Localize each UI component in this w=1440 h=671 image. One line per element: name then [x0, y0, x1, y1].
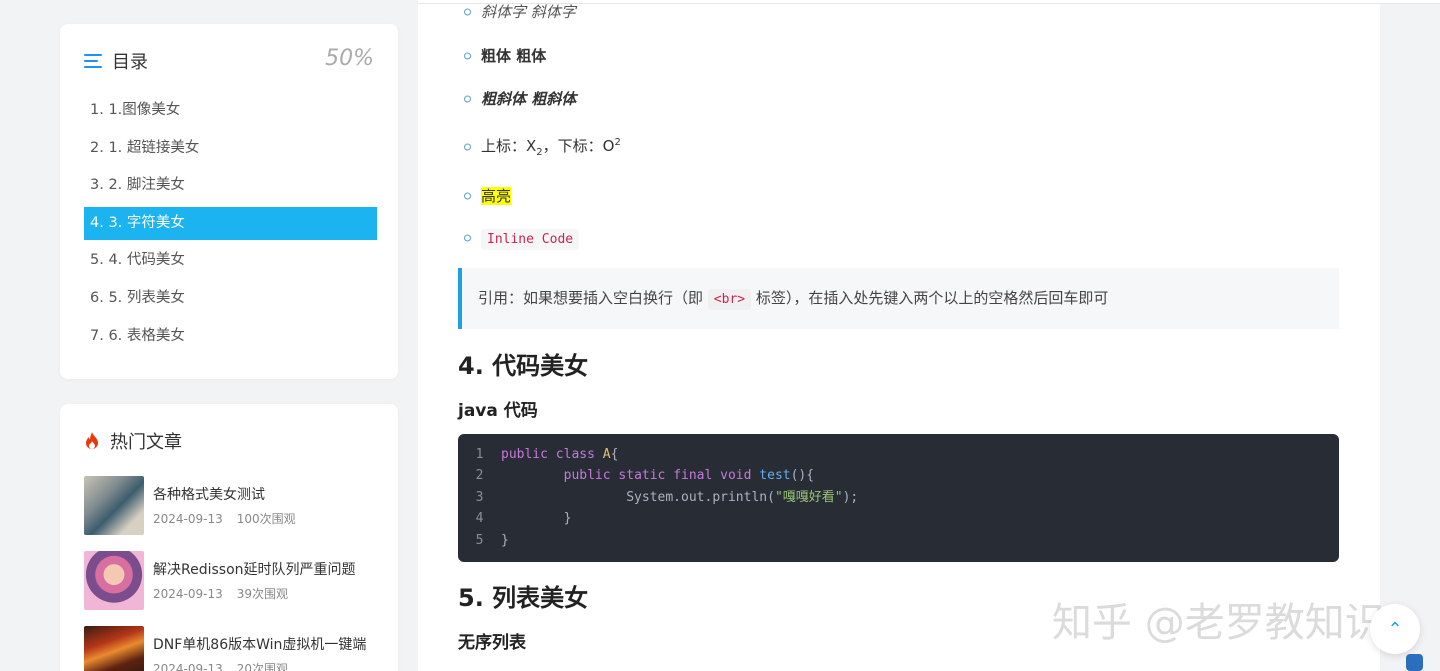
list-item-highlight: 高亮: [481, 185, 512, 206]
list-item-bold: 粗体 粗体: [481, 47, 547, 65]
code-block: 1 public class A{ 2 public static final v…: [458, 434, 1339, 562]
article-thumbnail[interactable]: [84, 551, 144, 610]
sub-prefix: 上标：X: [481, 137, 537, 155]
hot-article[interactable]: DNF单机86版本Win虚拟机一键端 2024-09-13 20次围观: [84, 626, 382, 671]
toc-item-chars[interactable]: 4. 3. 字符美女: [84, 206, 377, 240]
article-date: 2024-09-13: [153, 662, 223, 671]
article-title[interactable]: 各种格式美女测试: [153, 484, 310, 504]
heading-code: 4. 代码美女: [458, 352, 589, 380]
heading-list: 5. 列表美女: [458, 584, 589, 612]
float-widget-button[interactable]: [1406, 654, 1423, 671]
fire-icon: [86, 432, 98, 449]
menu-icon: [84, 54, 102, 68]
article-title[interactable]: 解决Redisson延时队列严重问题: [153, 559, 356, 579]
toc-item-code[interactable]: 5. 4. 代码美女: [84, 244, 377, 277]
list-item-italic: 斜体字 斜体字: [481, 4, 576, 22]
quote-inline-code: <br>: [707, 289, 752, 310]
code-line: 5}: [475, 532, 509, 548]
hot-article[interactable]: 各种格式美女测试 2024-09-13 100次围观: [84, 476, 382, 536]
sup-prefix: ，下标：O: [542, 137, 615, 155]
blockquote: 引用：如果想要插入空白换行（即 <br> 标签），在插入处先键入两个以上的空格然…: [458, 268, 1339, 329]
code-line: 1 public class A{: [475, 447, 619, 462]
hot-title: 热门文章: [110, 432, 182, 453]
code-line: 3 System.out.println("嘎嘎好看");: [475, 489, 859, 505]
list-item-sub-sup: 上标：X2，下标：O2: [481, 135, 621, 158]
highlight-text: 高亮: [481, 187, 512, 205]
article-title[interactable]: DNF单机86版本Win虚拟机一键端: [153, 634, 366, 654]
code-line: 2 public static final void test(){: [475, 468, 815, 484]
quote-text-before: 引用：如果想要插入空白换行（即: [478, 289, 704, 307]
article-views: 100次围观: [236, 512, 296, 526]
article-content: 斜体字 斜体字 粗体 粗体 粗斜体 粗斜体 上标：X2，下标：O2 高亮 Inl…: [418, 4, 1380, 671]
article-date: 2024-09-13: [153, 587, 223, 601]
toc-card: 目录 50% 1. 1.图像美女 2. 1. 超链接美女 3. 2. 脚注美女 …: [60, 24, 398, 379]
list-item-bold-italic: 粗斜体 粗斜体: [481, 90, 577, 108]
toc-item-footnote[interactable]: 3. 2. 脚注美女: [84, 169, 377, 202]
arrow-up-icon: ⌃: [1387, 618, 1403, 640]
toc-item-table[interactable]: 7. 6. 表格美女: [84, 320, 377, 353]
article-thumbnail[interactable]: [84, 626, 144, 671]
hot-list: 各种格式美女测试 2024-09-13 100次围观 解决Redisson延时队列…: [84, 476, 382, 671]
toc-header: 目录 50%: [84, 46, 374, 74]
article-views: 20次围观: [236, 662, 289, 671]
hot-article[interactable]: 解决Redisson延时队列严重问题 2024-09-13 39次围观: [84, 551, 382, 611]
heading-java: java 代码: [458, 401, 538, 421]
hot-header: 热门文章: [84, 428, 374, 454]
article-date: 2024-09-13: [153, 512, 223, 526]
toc-item-image[interactable]: 1. 1.图像美女: [84, 94, 377, 127]
toc-list: 1. 1.图像美女 2. 1. 超链接美女 3. 2. 脚注美女 4. 3. 字…: [84, 94, 377, 357]
back-to-top-button[interactable]: ⌃: [1370, 604, 1420, 654]
toc-title: 目录: [112, 52, 148, 73]
quote-text-after: 标签），在插入处先键入两个以上的空格然后回车即可: [755, 289, 1109, 307]
list-item-inline-code: Inline Code: [481, 229, 580, 250]
hot-articles-card: 热门文章 各种格式美女测试 2024-09-13 100次围观 解决Redisso…: [60, 404, 398, 671]
code-line: 4 }: [475, 511, 572, 527]
article-views: 39次围观: [236, 587, 289, 601]
heading-unordered: 无序列表: [458, 633, 526, 653]
reading-progress: 50%: [325, 46, 374, 71]
toc-item-link[interactable]: 2. 1. 超链接美女: [84, 132, 377, 165]
article-thumbnail[interactable]: [84, 476, 144, 535]
inline-code: Inline Code: [481, 229, 580, 250]
toc-item-list[interactable]: 6. 5. 列表美女: [84, 282, 377, 315]
sup-value: 2: [614, 137, 621, 148]
